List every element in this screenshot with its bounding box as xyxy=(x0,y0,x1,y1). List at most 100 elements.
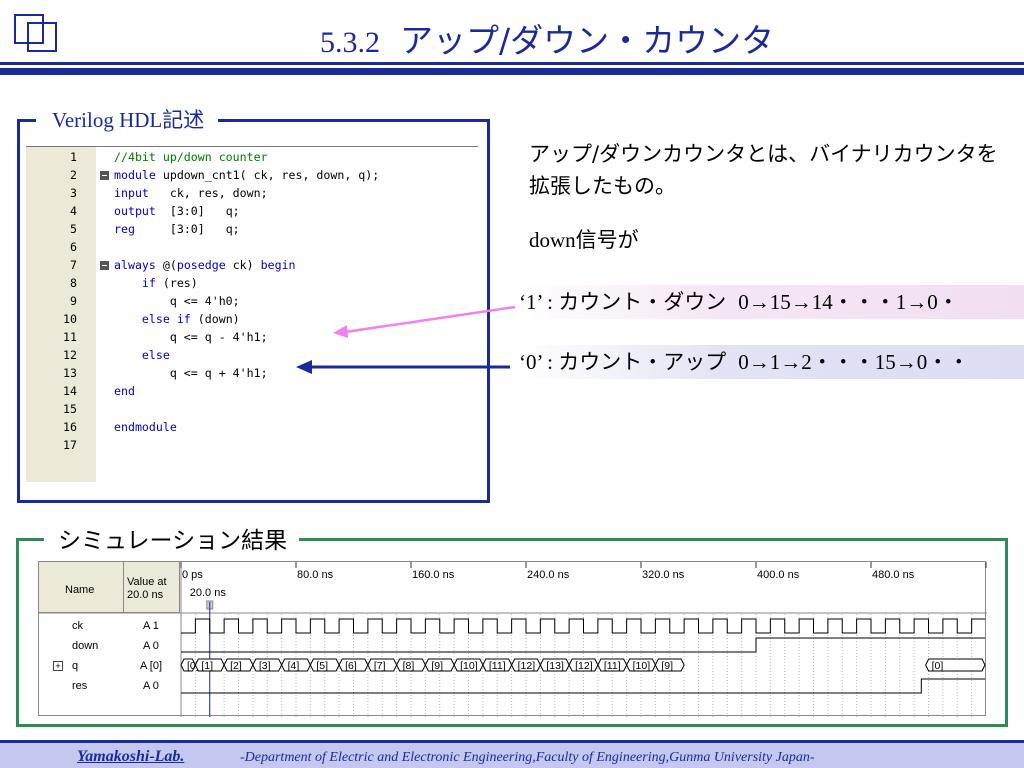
code-text: endmodule xyxy=(114,420,177,434)
line-number: 2 xyxy=(70,168,77,182)
line-number: 13 xyxy=(63,366,77,380)
page-title: 5.3.2 アップ/ダウン・カウンタ xyxy=(320,14,774,62)
code-text: q <= q + 4'h1; xyxy=(114,366,268,380)
cursor-label: 20.0 ns xyxy=(190,587,227,599)
code-line: 15 xyxy=(26,400,478,418)
line-number: 12 xyxy=(63,348,77,362)
code-text: module updown_cnt1( ck, res, down, q); xyxy=(114,168,380,182)
code-text: always @(posedge ck) begin xyxy=(114,258,296,272)
code-text: else xyxy=(141,348,170,362)
q-bus-value: [9] xyxy=(661,660,673,672)
line-number: 9 xyxy=(70,294,77,308)
header-rule-thin xyxy=(0,62,1024,65)
code-line: 17 xyxy=(26,436,478,454)
header-rule-thick xyxy=(0,68,1024,75)
q-bus-value: [6] xyxy=(345,660,357,672)
code-panel-legend: Verilog HDL記述 xyxy=(36,104,219,134)
q-bus-value: [12] xyxy=(575,660,593,672)
q-bus-value: [8] xyxy=(403,660,415,672)
code-line: 14 end xyxy=(26,382,478,400)
line-number: 1 xyxy=(70,150,77,164)
code-editor: 1 //4bit up/down counter 2 module updown_cn… xyxy=(26,146,478,482)
code-line: 2 module updown_cnt1( ck, res, down, q); xyxy=(26,166,478,184)
code-line: 12 else xyxy=(26,346,478,364)
section-number: 5.3.2 xyxy=(320,26,380,59)
fold-collapse-icon[interactable] xyxy=(100,261,109,270)
code-line: 13 q <= q + 4'h1; xyxy=(26,364,478,382)
description-text: アップ/ダウンカウンタとは、バイナリカウンタを拡張したもの。 xyxy=(529,142,998,198)
line-number: 4 xyxy=(70,204,77,218)
code-text: end xyxy=(114,384,135,398)
footer-bar: Yamakoshi-Lab. -Department of Electric a… xyxy=(0,740,1024,768)
q-bus-value: [10] xyxy=(633,660,651,672)
code-text: input ck, res, down; xyxy=(114,186,268,200)
q-bus-value: [7] xyxy=(374,660,386,672)
code-text: //4bit up/down counter xyxy=(114,150,268,164)
time-tick-label: 400.0 ns xyxy=(757,569,800,581)
code-line: 9 q <= 4'h0; xyxy=(26,292,478,310)
line-number: 5 xyxy=(70,222,77,236)
time-tick-label: 160.0 ns xyxy=(412,569,455,581)
case1-value: ‘1’ : xyxy=(519,290,559,314)
code-line: 7 always @(posedge ck) begin xyxy=(26,256,478,274)
time-tick-label: 0 ps xyxy=(182,569,203,581)
q-bus-value: [10] xyxy=(460,660,478,672)
case2-value: ‘0’ : xyxy=(519,350,559,374)
q-bus-value: [11] xyxy=(489,660,506,672)
case-count-up: ‘0’ : カウント・アップ 0→1→2・・・15→0・・ xyxy=(519,345,1024,379)
q-bus-value: [11] xyxy=(604,660,621,672)
line-number: 17 xyxy=(63,438,77,452)
q-bus-value: [5] xyxy=(316,660,328,672)
case2-sequence: 0→1→2・・・15→0・・ xyxy=(738,350,970,374)
code-text: else if (down) xyxy=(141,312,240,326)
code-line: 16 endmodule xyxy=(26,418,478,436)
code-line: 6 xyxy=(26,238,478,256)
legend-jp: 記述 xyxy=(162,108,205,132)
time-tick-label: 480.0 ns xyxy=(872,569,915,581)
line-number: 10 xyxy=(63,312,77,326)
code-line: 5 reg [3:0] q; xyxy=(26,220,478,238)
fold-collapse-icon[interactable] xyxy=(100,171,109,180)
time-tick-label: 320.0 ns xyxy=(642,569,685,581)
simulation-legend: シミュレーション結果 xyxy=(44,521,300,555)
q-bus-value: [9] xyxy=(431,660,443,672)
line-number: 16 xyxy=(63,420,77,434)
waveform-viewer: Name Value at 20.0 ns ck A 1 down A 0 + q… xyxy=(38,561,987,717)
case-count-down: ‘1’ : カウント・ダウン 0→15→14・・・1→0・ xyxy=(519,285,1024,319)
q-bus-value: [12] xyxy=(518,660,536,672)
line-number: 15 xyxy=(63,402,77,416)
code-text: output [3:0] q; xyxy=(114,204,240,218)
line-number: 8 xyxy=(70,276,77,290)
q-bus-value: [13] xyxy=(546,660,564,672)
code-line: 4 output [3:0] q; xyxy=(26,202,478,220)
line-number: 7 xyxy=(70,258,77,272)
q-bus-value: [1] xyxy=(201,660,213,672)
code-text: q <= 4'h0; xyxy=(114,294,240,308)
q-bus-value: [4] xyxy=(288,660,300,672)
time-tick-label: 80.0 ns xyxy=(297,569,334,581)
waveform-plot[interactable]: 0 ps 80.0 ns 160.0 ns 240.0 ns 320.0 ns 400.0… xyxy=(39,562,987,717)
line-number: 11 xyxy=(63,330,77,344)
code-text: q <= q - 4'h1; xyxy=(114,330,268,344)
code-text: reg [3:0] q; xyxy=(114,222,240,236)
footer-department: -Department of Electric and Electronic E… xyxy=(240,750,815,765)
code-line: 8 if (res) xyxy=(26,274,478,292)
down-signal-heading: down信号が xyxy=(529,224,639,254)
q-bus-value: [0] xyxy=(932,660,944,672)
line-number: 14 xyxy=(63,384,77,398)
logo-square-front xyxy=(27,22,57,52)
title-text: アップ/ダウン・カウンタ xyxy=(400,21,775,60)
code-line: 1 //4bit up/down counter xyxy=(26,148,478,166)
code-line: 10 else if (down) xyxy=(26,310,478,328)
footer-lab-name: Yamakoshi-Lab. xyxy=(77,748,185,765)
down-signal-suffix: 信号が xyxy=(575,228,639,252)
time-tick-label: 240.0 ns xyxy=(527,569,570,581)
code-line: 11 q <= q - 4'h1; xyxy=(26,328,478,346)
case1-sequence: 0→15→14・・・1→0・ xyxy=(738,290,959,314)
line-number: 3 xyxy=(70,186,77,200)
case1-label: カウント・ダウン xyxy=(558,290,727,314)
down-signal-name: down xyxy=(529,228,576,252)
q-bus-value: [2] xyxy=(230,660,242,672)
code-text: if (res) xyxy=(141,276,198,290)
legend-latin: Verilog HDL xyxy=(52,108,163,132)
